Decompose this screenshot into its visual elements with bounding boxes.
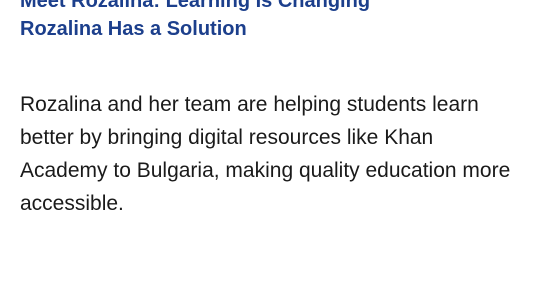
heading-line-partial: Meet Rozalina: Learning Is Changing <box>20 0 371 12</box>
body-paragraph: Rozalina and her team are helping studen… <box>20 93 511 215</box>
article-snippet: Meet Rozalina: Learning Is Changing Roza… <box>0 0 535 283</box>
heading-line: Rozalina Has a Solution <box>20 18 247 40</box>
